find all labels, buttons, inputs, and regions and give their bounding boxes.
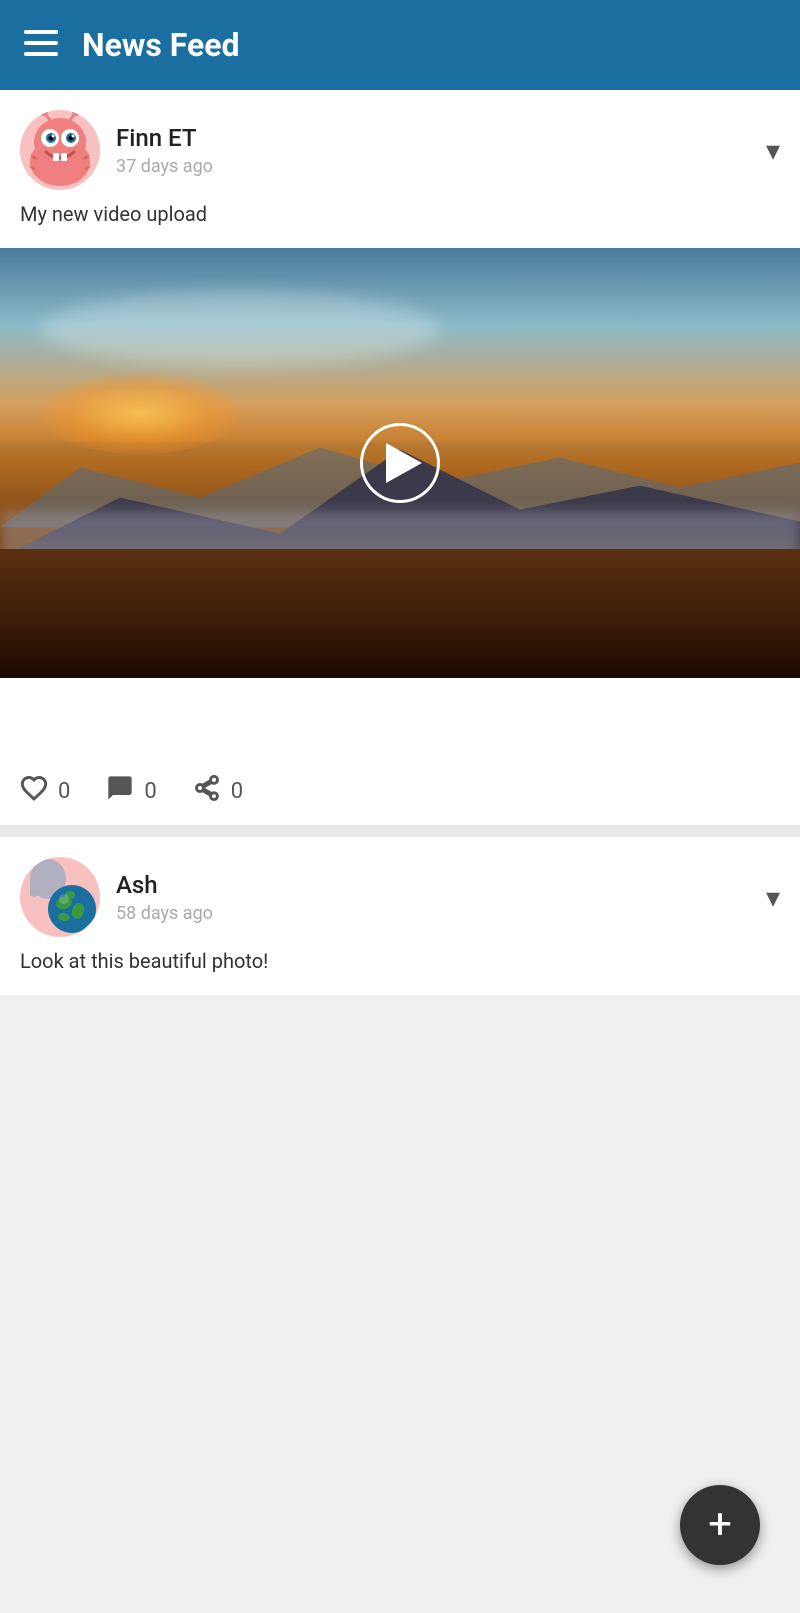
post1-spacer	[0, 678, 800, 758]
avatar-finn[interactable]	[20, 110, 100, 190]
post2-dropdown-icon[interactable]: ▾	[766, 881, 780, 914]
post1-time: 37 days ago	[116, 156, 766, 177]
post2-user-info: Ash 58 days ago	[116, 871, 766, 924]
post-card-1: Finn ET 37 days ago ▾ My new video uploa…	[0, 90, 800, 825]
video-thumbnail[interactable]	[0, 248, 800, 678]
like-action[interactable]: 0	[20, 774, 70, 809]
share-action[interactable]: 0	[193, 774, 243, 809]
post2-time: 58 days ago	[116, 903, 766, 924]
avatar-ash[interactable]	[20, 857, 100, 937]
comment-icon	[106, 774, 134, 809]
post1-dropdown-icon[interactable]: ▾	[766, 134, 780, 167]
fab-plus-icon: +	[708, 1504, 732, 1546]
header: News Feed	[0, 0, 800, 90]
post-header-1: Finn ET 37 days ago ▾	[0, 90, 800, 200]
post-card-2: Ash 58 days ago ▾ Look at this beautiful…	[0, 837, 800, 995]
hamburger-icon[interactable]	[24, 30, 58, 61]
fab-add-button[interactable]: +	[680, 1485, 760, 1565]
comment-action[interactable]: 0	[106, 774, 156, 809]
share-count: 0	[231, 779, 243, 804]
play-button[interactable]	[360, 423, 440, 503]
post1-actions: 0 0 0	[0, 758, 800, 825]
comment-count: 0	[144, 779, 156, 804]
heart-icon	[20, 774, 48, 809]
play-icon	[386, 443, 422, 483]
post2-username: Ash	[116, 871, 766, 899]
post-header-2: Ash 58 days ago ▾	[0, 837, 800, 947]
post1-user-info: Finn ET 37 days ago	[116, 124, 766, 177]
post-divider	[0, 825, 800, 837]
share-icon	[193, 774, 221, 809]
post1-text: My new video upload	[0, 200, 800, 248]
like-count: 0	[58, 779, 70, 804]
post1-username: Finn ET	[116, 124, 766, 152]
post2-text: Look at this beautiful photo!	[0, 947, 800, 995]
page-title: News Feed	[82, 26, 240, 64]
